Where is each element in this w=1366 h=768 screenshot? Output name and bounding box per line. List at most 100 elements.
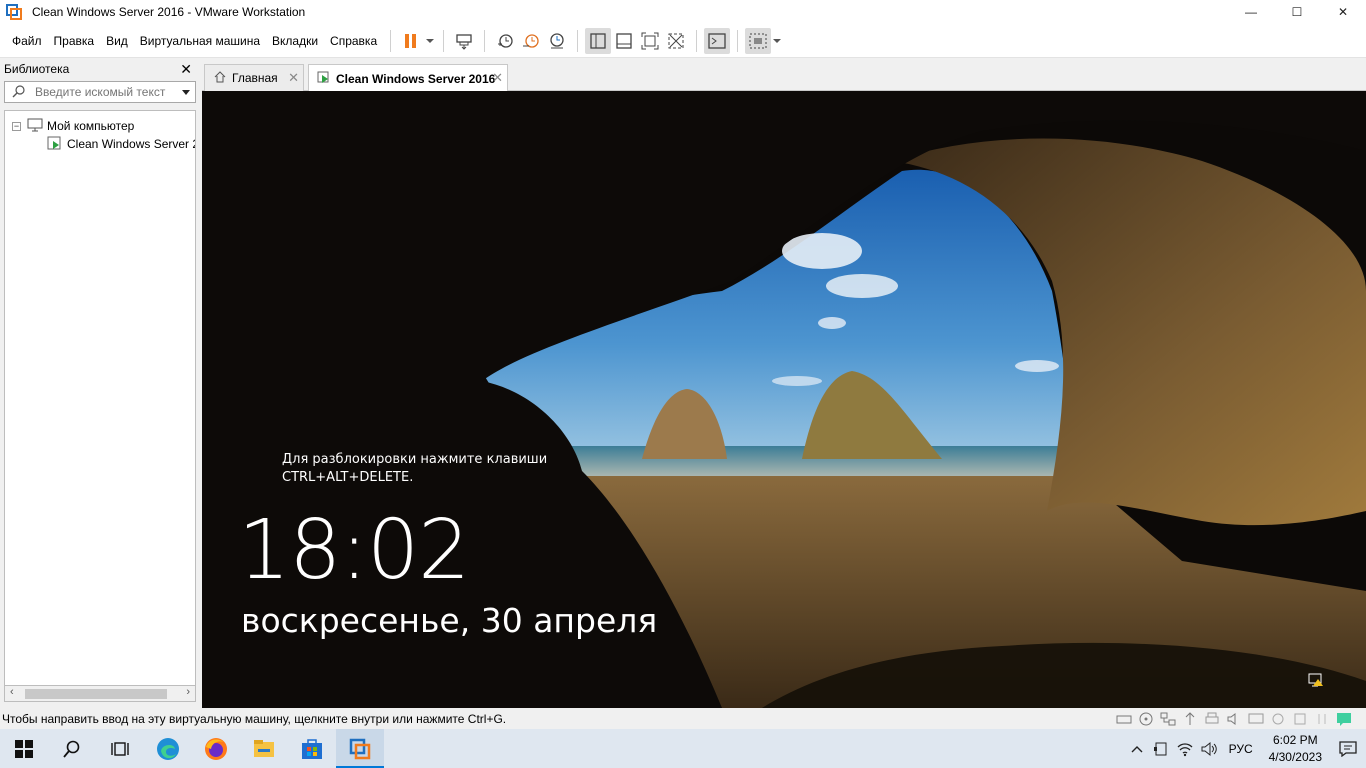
show-hidden-icons-icon[interactable]	[1125, 729, 1149, 768]
menu-view[interactable]: Вид	[100, 24, 134, 58]
snapshot-icon[interactable]	[492, 28, 518, 54]
unity-icon[interactable]	[663, 28, 689, 54]
minimize-button[interactable]: —	[1228, 0, 1274, 24]
tab-close-icon[interactable]: ✕	[492, 70, 503, 86]
task-view-button[interactable]	[96, 729, 144, 768]
firefox-icon	[205, 737, 227, 760]
library-header: Библиотека ✕	[0, 58, 200, 80]
vmware-icon	[349, 738, 371, 759]
tree-item-vm[interactable]: Clean Windows Server 2	[5, 135, 195, 153]
library-close-icon[interactable]: ✕	[180, 61, 192, 78]
firefox-taskbar-button[interactable]	[192, 729, 240, 768]
full-screen-icon[interactable]	[637, 28, 663, 54]
library-search-input[interactable]	[35, 85, 175, 99]
hard-disk-icon[interactable]	[1116, 712, 1132, 726]
vm-tray-icon[interactable]	[1149, 729, 1173, 768]
display-icon[interactable]	[1248, 712, 1264, 726]
lock-screen-time: 18:02	[238, 503, 470, 598]
menu-toolbar: Файл Правка Вид Виртуальная машина Вклад…	[0, 24, 1366, 58]
edge-taskbar-button[interactable]	[144, 729, 192, 768]
input-language[interactable]: РУС	[1221, 742, 1261, 756]
taskbar-time: 6:02 PM	[1272, 732, 1318, 747]
menu-help[interactable]: Справка	[324, 24, 383, 58]
sound-card-icon[interactable]	[1226, 712, 1242, 726]
library-search[interactable]	[4, 81, 196, 103]
status-text: Чтобы направить ввод на эту виртуальную …	[2, 711, 507, 726]
search-icon	[11, 84, 27, 100]
power-dropdown-icon[interactable]	[424, 38, 436, 43]
maximize-button[interactable]: ☐	[1274, 0, 1320, 24]
library-hscrollbar[interactable]: ‹ ›	[4, 686, 196, 702]
start-icon	[15, 739, 33, 758]
taskbar-clock[interactable]: 6:02 PM 4/30/2023	[1261, 732, 1330, 766]
send-ctrl-alt-del-icon[interactable]	[451, 28, 477, 54]
scroll-right-icon[interactable]: ›	[186, 686, 190, 698]
menu-file[interactable]: Файл	[6, 24, 48, 58]
vm-console[interactable]: Для разблокировки нажмите клавиши CTRL+A…	[202, 91, 1366, 708]
tab-vm[interactable]: Clean Windows Server 2016 ✕	[308, 64, 508, 92]
network-status-icon[interactable]	[1308, 673, 1324, 687]
toolbar-separator	[737, 29, 739, 52]
scroll-left-icon[interactable]: ‹	[10, 686, 14, 698]
tab-vm-label: Clean Windows Server 2016	[336, 71, 496, 86]
show-library-icon[interactable]	[585, 27, 612, 54]
stretch-dropdown-icon[interactable]	[771, 38, 783, 43]
start-button[interactable]	[0, 729, 48, 768]
tab-home[interactable]: Главная ✕	[204, 64, 304, 91]
unlock-hint-line1: Для разблокировки нажмите клавиши	[282, 452, 548, 467]
system-tray: РУС 6:02 PM 4/30/2023	[1125, 729, 1366, 768]
taskbar: РУС 6:02 PM 4/30/2023	[0, 729, 1366, 768]
window-title: Clean Windows Server 2016 - VMware Works…	[32, 5, 306, 19]
scroll-thumb[interactable]	[25, 689, 167, 699]
toolbar-separator	[443, 29, 445, 52]
tab-close-icon[interactable]: ✕	[288, 70, 299, 86]
revert-snapshot-icon[interactable]	[518, 28, 544, 54]
close-button[interactable]: ✕	[1320, 0, 1366, 24]
search-button[interactable]	[48, 729, 96, 768]
library-tree: − Мой компьютер Clean Windows Server 2	[4, 110, 196, 686]
menu-tabs[interactable]: Вкладки	[266, 24, 324, 58]
collapse-icon[interactable]: −	[12, 121, 21, 131]
message-icon[interactable]	[1336, 712, 1352, 726]
pause-icon[interactable]	[398, 28, 424, 54]
serial-port-icon[interactable]	[1270, 712, 1286, 726]
toolbar-separator	[484, 29, 486, 52]
stretch-guest-icon[interactable]	[745, 27, 772, 54]
edge-icon	[157, 737, 179, 760]
snapshot-manager-icon[interactable]	[544, 28, 570, 54]
library-panel: Библиотека ✕ − Мой компьютер Clean Windo…	[0, 58, 200, 708]
tab-strip: Главная ✕ Clean Windows Server 2016 ✕	[202, 58, 1366, 92]
tree-label-my-computer: Мой компьютер	[47, 119, 135, 133]
unlock-hint-line2: CTRL+ALT+DELETE.	[282, 470, 414, 485]
task-view-icon	[111, 741, 129, 756]
search-dropdown-icon[interactable]	[182, 89, 190, 95]
toolbar-separator	[696, 29, 698, 52]
wifi-icon[interactable]	[1173, 729, 1197, 768]
floppy-icon[interactable]	[1292, 712, 1308, 726]
vmware-app-icon	[6, 4, 22, 20]
usb-icon[interactable]	[1182, 711, 1198, 726]
tree-item-my-computer[interactable]: − Мой компьютер	[5, 117, 195, 135]
console-view-icon[interactable]	[704, 27, 731, 54]
menu-edit[interactable]: Правка	[48, 24, 101, 58]
taskbar-date: 4/30/2023	[1268, 749, 1322, 764]
device-icons	[1116, 711, 1352, 726]
store-taskbar-button[interactable]	[288, 729, 336, 768]
lock-screen-date: воскресенье, 30 апреля	[241, 601, 658, 640]
toolbar-separator	[390, 29, 392, 52]
volume-icon[interactable]	[1197, 729, 1221, 768]
network-adapter-icon[interactable]	[1160, 712, 1176, 726]
printer-icon[interactable]	[1204, 712, 1220, 726]
title-bar: Clean Windows Server 2016 - VMware Works…	[0, 0, 1366, 24]
thumbnail-bar-icon[interactable]	[611, 28, 637, 54]
menu-vm[interactable]: Виртуальная машина	[134, 24, 266, 58]
action-center-icon[interactable]	[1330, 729, 1366, 768]
vmware-taskbar-button[interactable]	[336, 729, 384, 768]
parallel-port-icon[interactable]	[1314, 712, 1330, 726]
running-vm-icon	[47, 136, 63, 153]
file-explorer-taskbar-button[interactable]	[240, 729, 288, 768]
library-title: Библиотека	[4, 62, 70, 76]
cd-dvd-icon[interactable]	[1138, 712, 1154, 726]
search-icon	[63, 740, 80, 758]
toolbar-separator	[577, 29, 579, 52]
